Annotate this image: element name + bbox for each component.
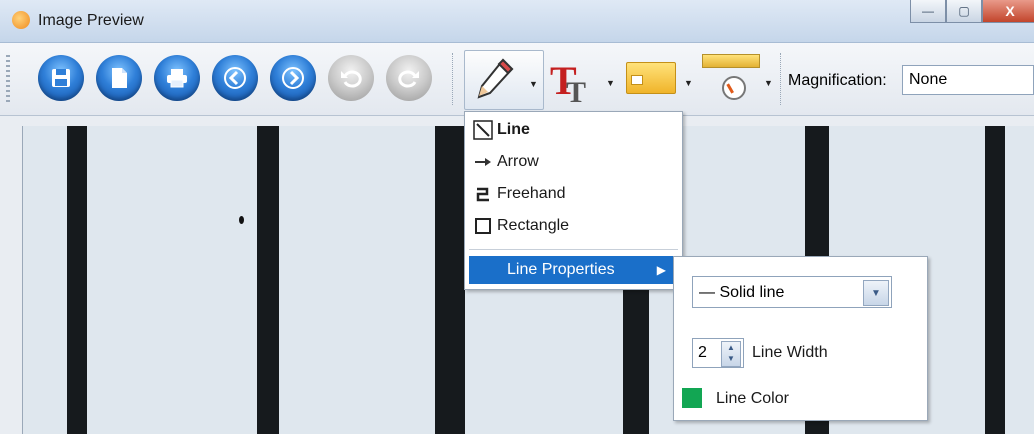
menu-item-freehand[interactable]: Freehand [469, 180, 678, 208]
minimize-button[interactable]: — [910, 0, 946, 23]
undo-button[interactable] [328, 55, 374, 101]
toolbar-separator [452, 53, 455, 105]
freehand-tool-icon [469, 180, 497, 208]
minimize-icon: — [922, 4, 934, 18]
chevron-down-icon: ▼ [684, 78, 693, 88]
ruler-mark [257, 126, 279, 434]
rectangle-tool-icon [469, 212, 497, 240]
line-width-label: Line Width [752, 344, 828, 361]
close-icon: X [1005, 3, 1015, 19]
menu-item-arrow[interactable]: Arrow [469, 148, 678, 176]
close-button[interactable]: X [982, 0, 1034, 23]
chevron-down-icon: ▼ [529, 79, 538, 89]
arrow-right-icon [270, 55, 316, 101]
maximize-icon: ▢ [958, 4, 970, 18]
chevron-right-icon: ▶ [656, 263, 666, 277]
stepper-arrows-icon[interactable]: ▲ ▼ [721, 341, 741, 367]
dust-speck [239, 216, 244, 224]
line-style-select[interactable]: — Solid line ▼ [692, 276, 892, 308]
draw-tool-menu: Line Arrow Freehand Rectangle Line Prope… [464, 111, 683, 290]
line-width-value: 2 [698, 344, 707, 361]
chevron-down-icon: ▼ [606, 78, 615, 88]
line-tool-icon [469, 116, 497, 144]
maximize-button[interactable]: ▢ [946, 0, 982, 23]
ruler-icon [626, 62, 676, 94]
line-properties-panel: — Solid line ▼ 2 ▲ ▼ Line Width Line Colo… [673, 256, 928, 421]
magnification-label: Magnification: [788, 72, 887, 89]
copy-button[interactable] [96, 55, 142, 101]
chevron-down-icon[interactable]: ▼ [863, 280, 889, 306]
undo-icon [328, 55, 374, 101]
line-color-label[interactable]: Line Color [716, 390, 789, 408]
svg-text:T: T [566, 76, 586, 106]
arrow-left-icon [212, 55, 258, 101]
menu-separator [469, 249, 678, 250]
toolbar-grip[interactable] [6, 55, 10, 103]
magnification-field[interactable]: None [902, 65, 1034, 95]
printer-icon [154, 55, 200, 101]
app-logo-icon [12, 11, 30, 29]
menu-item-label: Line [497, 121, 530, 138]
ruler-tool-button[interactable]: ▼ [624, 50, 696, 108]
line-width-stepper[interactable]: 2 ▲ ▼ [692, 338, 744, 368]
redo-icon [386, 55, 432, 101]
save-button[interactable] [38, 55, 84, 101]
toolbar-separator [780, 53, 783, 105]
arrow-tool-icon [469, 148, 497, 176]
window-title: Image Preview [38, 12, 144, 29]
menu-item-label: Arrow [497, 153, 539, 170]
ruler-mark [67, 126, 87, 434]
menu-item-label: Rectangle [497, 217, 570, 234]
menu-item-line-properties[interactable]: Line Properties ▶ [469, 256, 678, 284]
next-button[interactable] [270, 55, 316, 101]
ruler-mark [985, 126, 1005, 434]
line-color-swatch[interactable] [682, 388, 702, 408]
text-icon: TT [548, 54, 602, 110]
print-button[interactable] [154, 55, 200, 101]
redo-button[interactable] [386, 55, 432, 101]
floppy-disk-icon [38, 55, 84, 101]
menu-item-label: Freehand [497, 185, 566, 202]
chevron-down-icon: ▼ [764, 78, 773, 88]
window-controls: — ▢ X [910, 0, 1034, 23]
calibration-ruler-icon [702, 54, 760, 68]
title-bar: Image Preview — ▢ X [0, 0, 1034, 43]
line-style-value: — Solid line [699, 284, 785, 301]
menu-item-label: Line Properties [507, 261, 615, 278]
pencil-icon [473, 56, 517, 106]
draw-tool-button[interactable]: ▼ [464, 50, 544, 110]
previous-button[interactable] [212, 55, 258, 101]
calibration-dial-icon [722, 76, 746, 100]
menu-item-line[interactable]: Line [469, 116, 678, 144]
ruler-mark [435, 126, 465, 434]
document-icon [96, 55, 142, 101]
image-preview-window: Image Preview — ▢ X ▼ T T ▼ ▼ ▼ Magnific… [0, 0, 1034, 434]
calibration-tool-button[interactable]: ▼ [700, 50, 778, 108]
text-tool-button[interactable]: TT ▼ [546, 50, 618, 110]
menu-item-rectangle[interactable]: Rectangle [469, 212, 678, 240]
